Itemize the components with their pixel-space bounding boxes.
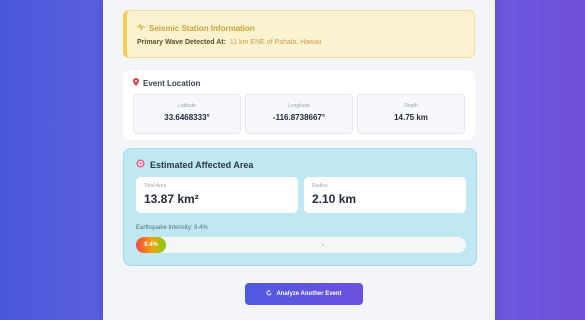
affected-area-header: Estimated Affected Area [136, 159, 253, 170]
total-area-label: Total Area [144, 183, 167, 189]
total-area-box: Total Area 13.87 km² [136, 177, 298, 213]
affected-area-title: Estimated Affected Area [150, 159, 254, 170]
primary-wave-line: Primary Wave Detected At: 11 km ENE of P… [137, 39, 321, 46]
radius-value: 2.10 km [312, 192, 357, 206]
analyze-another-event-label: Analyze Another Event [276, 291, 342, 297]
latitude-box: Latitude 33.6468333° [133, 94, 241, 134]
intensity-bar-value: 9.4% [144, 242, 158, 248]
analyze-another-event-button[interactable]: Analyze Another Event [245, 283, 363, 305]
primary-wave-location: 11 km ENE of Pahala, Hawaii [229, 39, 322, 46]
affected-area-card: Estimated Affected Area Total Area 13.87… [123, 148, 477, 266]
depth-box: Depth 14.75 km [357, 94, 465, 134]
depth-value: 14.75 km [394, 113, 428, 122]
primary-wave-label: Primary Wave Detected At: [137, 39, 226, 46]
station-info-header: Seismic Station Information [137, 23, 255, 33]
longitude-box: Longitude -116.8738667° [245, 94, 353, 134]
seismograph-icon [137, 23, 145, 33]
event-location-card: Event Location Latitude 33.6468333° Long… [123, 70, 475, 140]
intensity-bar: 9.4% [136, 237, 466, 253]
station-info-title: Seismic Station Information [149, 23, 255, 33]
intensity-bar-marker [322, 244, 324, 246]
radius-label: Radius [312, 183, 328, 189]
latitude-label: Latitude [178, 103, 196, 109]
map-pin-icon [133, 78, 139, 88]
refresh-icon [266, 290, 272, 298]
total-area-value: 13.87 km² [144, 192, 199, 206]
longitude-label: Longitude [288, 103, 310, 109]
depth-label: Depth [404, 103, 418, 109]
results-panel: Seismic Station Information Primary Wave… [103, 0, 495, 320]
intensity-label: Earthquake Intensity: 9.4% [136, 225, 208, 231]
latitude-value: 33.6468333° [164, 113, 210, 122]
radius-box: Radius 2.10 km [304, 177, 466, 213]
event-location-header: Event Location [133, 78, 200, 88]
longitude-value: -116.8738667° [272, 113, 326, 122]
event-location-title: Event Location [143, 78, 201, 88]
target-icon [136, 159, 145, 170]
station-info-card: Seismic Station Information Primary Wave… [123, 10, 475, 58]
